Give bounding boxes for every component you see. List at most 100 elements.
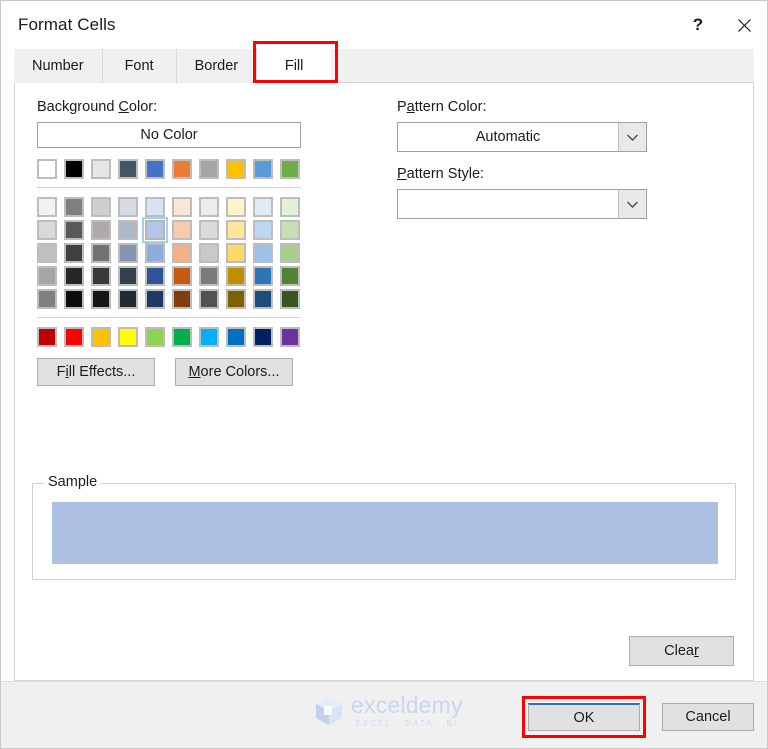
color-swatch-tint-0-3[interactable] (118, 197, 138, 217)
color-swatch-tint-3-7[interactable] (226, 266, 246, 286)
color-swatch-tint-2-2[interactable] (91, 243, 111, 263)
color-swatch-theme-4[interactable] (145, 159, 165, 179)
color-swatch-tint-0-8[interactable] (253, 197, 273, 217)
help-button[interactable]: ? (675, 2, 721, 48)
color-swatch-tint-1-6[interactable] (199, 220, 219, 240)
color-swatch-tint-3-6[interactable] (199, 266, 219, 286)
color-swatch-tint-1-5[interactable] (172, 220, 192, 240)
color-swatch-tint-3-4[interactable] (145, 266, 165, 286)
cancel-button[interactable]: Cancel (662, 703, 754, 731)
color-swatch-tint-0-4[interactable] (145, 197, 165, 217)
color-swatch-theme-8[interactable] (253, 159, 273, 179)
color-swatch-tint-1-0[interactable] (37, 220, 57, 240)
no-color-button[interactable]: No Color (37, 122, 301, 148)
color-swatch-tint-2-6[interactable] (199, 243, 219, 263)
color-swatch-tint-0-0[interactable] (37, 197, 57, 217)
close-icon[interactable] (721, 2, 767, 48)
color-palette (37, 159, 301, 347)
color-swatch-tint-3-0[interactable] (37, 266, 57, 286)
color-swatch-tint-4-0[interactable] (37, 289, 57, 309)
color-swatch-tint-0-2[interactable] (91, 197, 111, 217)
color-swatch-theme-3[interactable] (118, 159, 138, 179)
color-swatch-tint-0-7[interactable] (226, 197, 246, 217)
color-swatch-row (37, 197, 301, 217)
color-swatch-tint-1-3[interactable] (118, 220, 138, 240)
color-swatch-tint-2-8[interactable] (253, 243, 273, 263)
color-swatch-tint-4-9[interactable] (280, 289, 300, 309)
color-swatch-tint-0-6[interactable] (199, 197, 219, 217)
color-swatch-tint-2-4[interactable] (145, 243, 165, 263)
theme-color-row (37, 159, 301, 179)
color-swatch-tint-2-5[interactable] (172, 243, 192, 263)
pattern-style-dropdown[interactable] (397, 189, 647, 219)
color-swatch-tint-4-3[interactable] (118, 289, 138, 309)
color-swatch-tint-2-3[interactable] (118, 243, 138, 263)
color-swatch-tint-3-9[interactable] (280, 266, 300, 286)
color-swatch-theme-2[interactable] (91, 159, 111, 179)
color-swatch-row (37, 243, 301, 263)
color-swatch-theme-1[interactable] (64, 159, 84, 179)
color-swatch-tint-0-9[interactable] (280, 197, 300, 217)
clear-button[interactable]: Clear (629, 636, 734, 666)
color-swatch-tint-4-4[interactable] (145, 289, 165, 309)
color-swatch-tint-3-5[interactable] (172, 266, 192, 286)
color-swatch-tint-3-3[interactable] (118, 266, 138, 286)
color-swatch-tint-3-1[interactable] (64, 266, 84, 286)
ok-button[interactable]: OK (528, 703, 640, 731)
color-swatch-tint-4-1[interactable] (64, 289, 84, 309)
color-swatch-tint-2-0[interactable] (37, 243, 57, 263)
chevron-down-icon[interactable] (618, 123, 646, 151)
titlebar-buttons: ? (675, 1, 767, 49)
pattern-style-value (398, 190, 618, 218)
color-swatch-standard-9[interactable] (280, 327, 300, 347)
color-swatch-tint-3-2[interactable] (91, 266, 111, 286)
color-swatch-theme-6[interactable] (199, 159, 219, 179)
color-swatch-tint-1-9[interactable] (280, 220, 300, 240)
chevron-down-icon[interactable] (618, 190, 646, 218)
color-swatch-standard-5[interactable] (172, 327, 192, 347)
more-colors-button[interactable]: More Colors... (175, 358, 293, 386)
color-swatch-standard-6[interactable] (199, 327, 219, 347)
background-color-label: Background Color: (37, 99, 158, 115)
color-swatch-tint-2-9[interactable] (280, 243, 300, 263)
color-swatch-tint-0-1[interactable] (64, 197, 84, 217)
palette-divider-bottom (37, 317, 301, 318)
color-swatch-tint-4-8[interactable] (253, 289, 273, 309)
tab-font[interactable]: Font (102, 49, 177, 83)
color-swatch-tint-4-2[interactable] (91, 289, 111, 309)
color-swatch-tint-2-1[interactable] (64, 243, 84, 263)
tab-border[interactable]: Border (176, 49, 258, 83)
color-swatch-theme-9[interactable] (280, 159, 300, 179)
sample-preview (52, 502, 718, 564)
color-swatch-row (37, 266, 301, 286)
color-swatch-tint-1-2[interactable] (91, 220, 111, 240)
color-swatch-theme-7[interactable] (226, 159, 246, 179)
tab-number[interactable]: Number (14, 49, 103, 83)
color-swatch-standard-1[interactable] (64, 327, 84, 347)
color-swatch-selected[interactable] (142, 217, 168, 243)
color-swatch-standard-8[interactable] (253, 327, 273, 347)
pattern-section: Pattern Color: Automatic Pattern Style: (397, 99, 647, 219)
color-swatch-standard-4[interactable] (145, 327, 165, 347)
color-swatch-tint-4-7[interactable] (226, 289, 246, 309)
color-swatch-tint-1-8[interactable] (253, 220, 273, 240)
pattern-color-dropdown[interactable]: Automatic (397, 122, 647, 152)
color-swatch-standard-3[interactable] (118, 327, 138, 347)
dialog-titlebar: Format Cells ? (1, 1, 767, 49)
fill-effects-button[interactable]: Fill Effects... (37, 358, 155, 386)
color-swatch-tint-1-7[interactable] (226, 220, 246, 240)
tab-fill[interactable]: Fill (257, 49, 332, 83)
color-swatch-theme-5[interactable] (172, 159, 192, 179)
color-swatch-row (37, 289, 301, 309)
color-swatch-standard-7[interactable] (226, 327, 246, 347)
color-swatch-tint-2-7[interactable] (226, 243, 246, 263)
color-swatch-tint-4-6[interactable] (199, 289, 219, 309)
color-swatch-theme-0[interactable] (37, 159, 57, 179)
color-swatch-tint-0-5[interactable] (172, 197, 192, 217)
color-swatch-tint-3-8[interactable] (253, 266, 273, 286)
color-swatch-standard-2[interactable] (91, 327, 111, 347)
sample-group: Sample (32, 474, 736, 580)
color-swatch-standard-0[interactable] (37, 327, 57, 347)
color-swatch-tint-1-1[interactable] (64, 220, 84, 240)
color-swatch-tint-4-5[interactable] (172, 289, 192, 309)
